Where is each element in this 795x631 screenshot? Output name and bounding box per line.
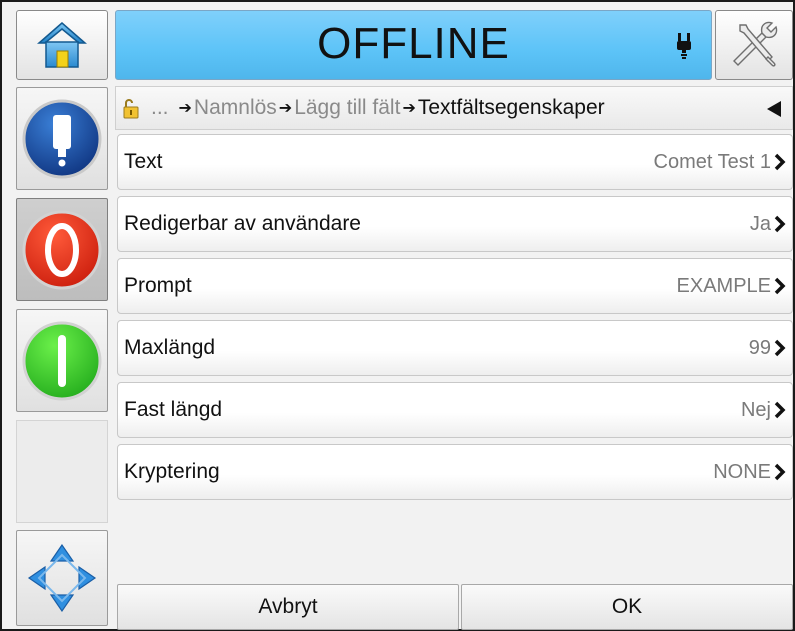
printer-status-bar[interactable]: OFFLINE xyxy=(115,10,712,80)
breadcrumb: ... ➔ Namnlös ➔ Lägg till fält ➔ Textfäl… xyxy=(115,86,793,130)
property-value: EXAMPLE xyxy=(676,274,771,297)
triangle-left-icon[interactable] xyxy=(766,100,782,118)
breadcrumb-arrow-icon: ➔ xyxy=(178,100,192,117)
ink-status-button[interactable] xyxy=(16,87,108,190)
start-icon xyxy=(22,321,102,400)
property-value: Nej xyxy=(740,398,771,421)
property-label: Redigerbar av användare xyxy=(124,212,361,235)
property-label: Maxlängd xyxy=(124,336,216,359)
property-row-prompt[interactable]: Prompt EXAMPLE xyxy=(117,258,793,314)
padlock-open-icon[interactable] xyxy=(121,96,145,120)
navigate-button[interactable] xyxy=(16,530,108,626)
breadcrumb-item-add-field[interactable]: Lägg till fält xyxy=(294,96,400,120)
cancel-button[interactable]: Avbryt xyxy=(117,584,459,630)
property-row-encryption[interactable]: Kryptering NONE xyxy=(117,444,793,500)
breadcrumb-arrow-icon: ➔ xyxy=(278,100,293,117)
ok-button[interactable]: OK xyxy=(461,584,793,630)
property-value: Comet Test 1 xyxy=(653,150,771,173)
chevron-right-icon xyxy=(774,277,786,295)
app-window: OFFLINE ... ➔ Namnlös ➔ Lägg till fält ➔… xyxy=(0,0,795,631)
property-value: 99 xyxy=(748,336,771,359)
tools-button[interactable] xyxy=(715,10,793,80)
property-row-text[interactable]: Text Comet Test 1 xyxy=(117,134,793,190)
breadcrumb-ellipsis[interactable]: ... xyxy=(151,96,169,120)
chevron-right-icon xyxy=(774,215,786,233)
property-label: Kryptering xyxy=(124,460,220,483)
ink-cartridge-icon xyxy=(22,99,102,178)
chevron-right-icon xyxy=(774,153,786,171)
breadcrumb-item-untitled[interactable]: Namnlös xyxy=(194,96,277,120)
plug-icon xyxy=(677,33,691,59)
property-row-user-editable[interactable]: Redigerbar av användare Ja xyxy=(117,196,793,252)
property-row-max-length[interactable]: Maxlängd 99 xyxy=(117,320,793,376)
property-row-fixed-length[interactable]: Fast längd Nej xyxy=(117,382,793,438)
breadcrumb-arrow-icon: ➔ xyxy=(402,100,416,117)
chevron-right-icon xyxy=(774,463,786,481)
home-icon xyxy=(36,22,88,68)
home-button[interactable] xyxy=(16,10,108,80)
property-value: NONE xyxy=(713,460,771,483)
property-value: Ja xyxy=(749,212,771,235)
tools-icon xyxy=(733,21,778,67)
chevron-right-icon xyxy=(774,339,786,357)
chevron-right-icon xyxy=(774,401,786,419)
start-button[interactable] xyxy=(16,309,108,412)
stop-icon xyxy=(22,210,102,289)
property-label: Fast längd xyxy=(124,398,223,421)
stop-button[interactable] xyxy=(16,198,108,301)
property-label: Text xyxy=(124,150,163,173)
breadcrumb-item-current: Textfältsegenskaper xyxy=(417,96,605,119)
property-label: Prompt xyxy=(124,274,192,297)
sidebar-empty-slot xyxy=(16,420,108,523)
direction-pad-icon xyxy=(27,543,97,613)
printer-status-text: OFFLINE xyxy=(317,19,510,68)
